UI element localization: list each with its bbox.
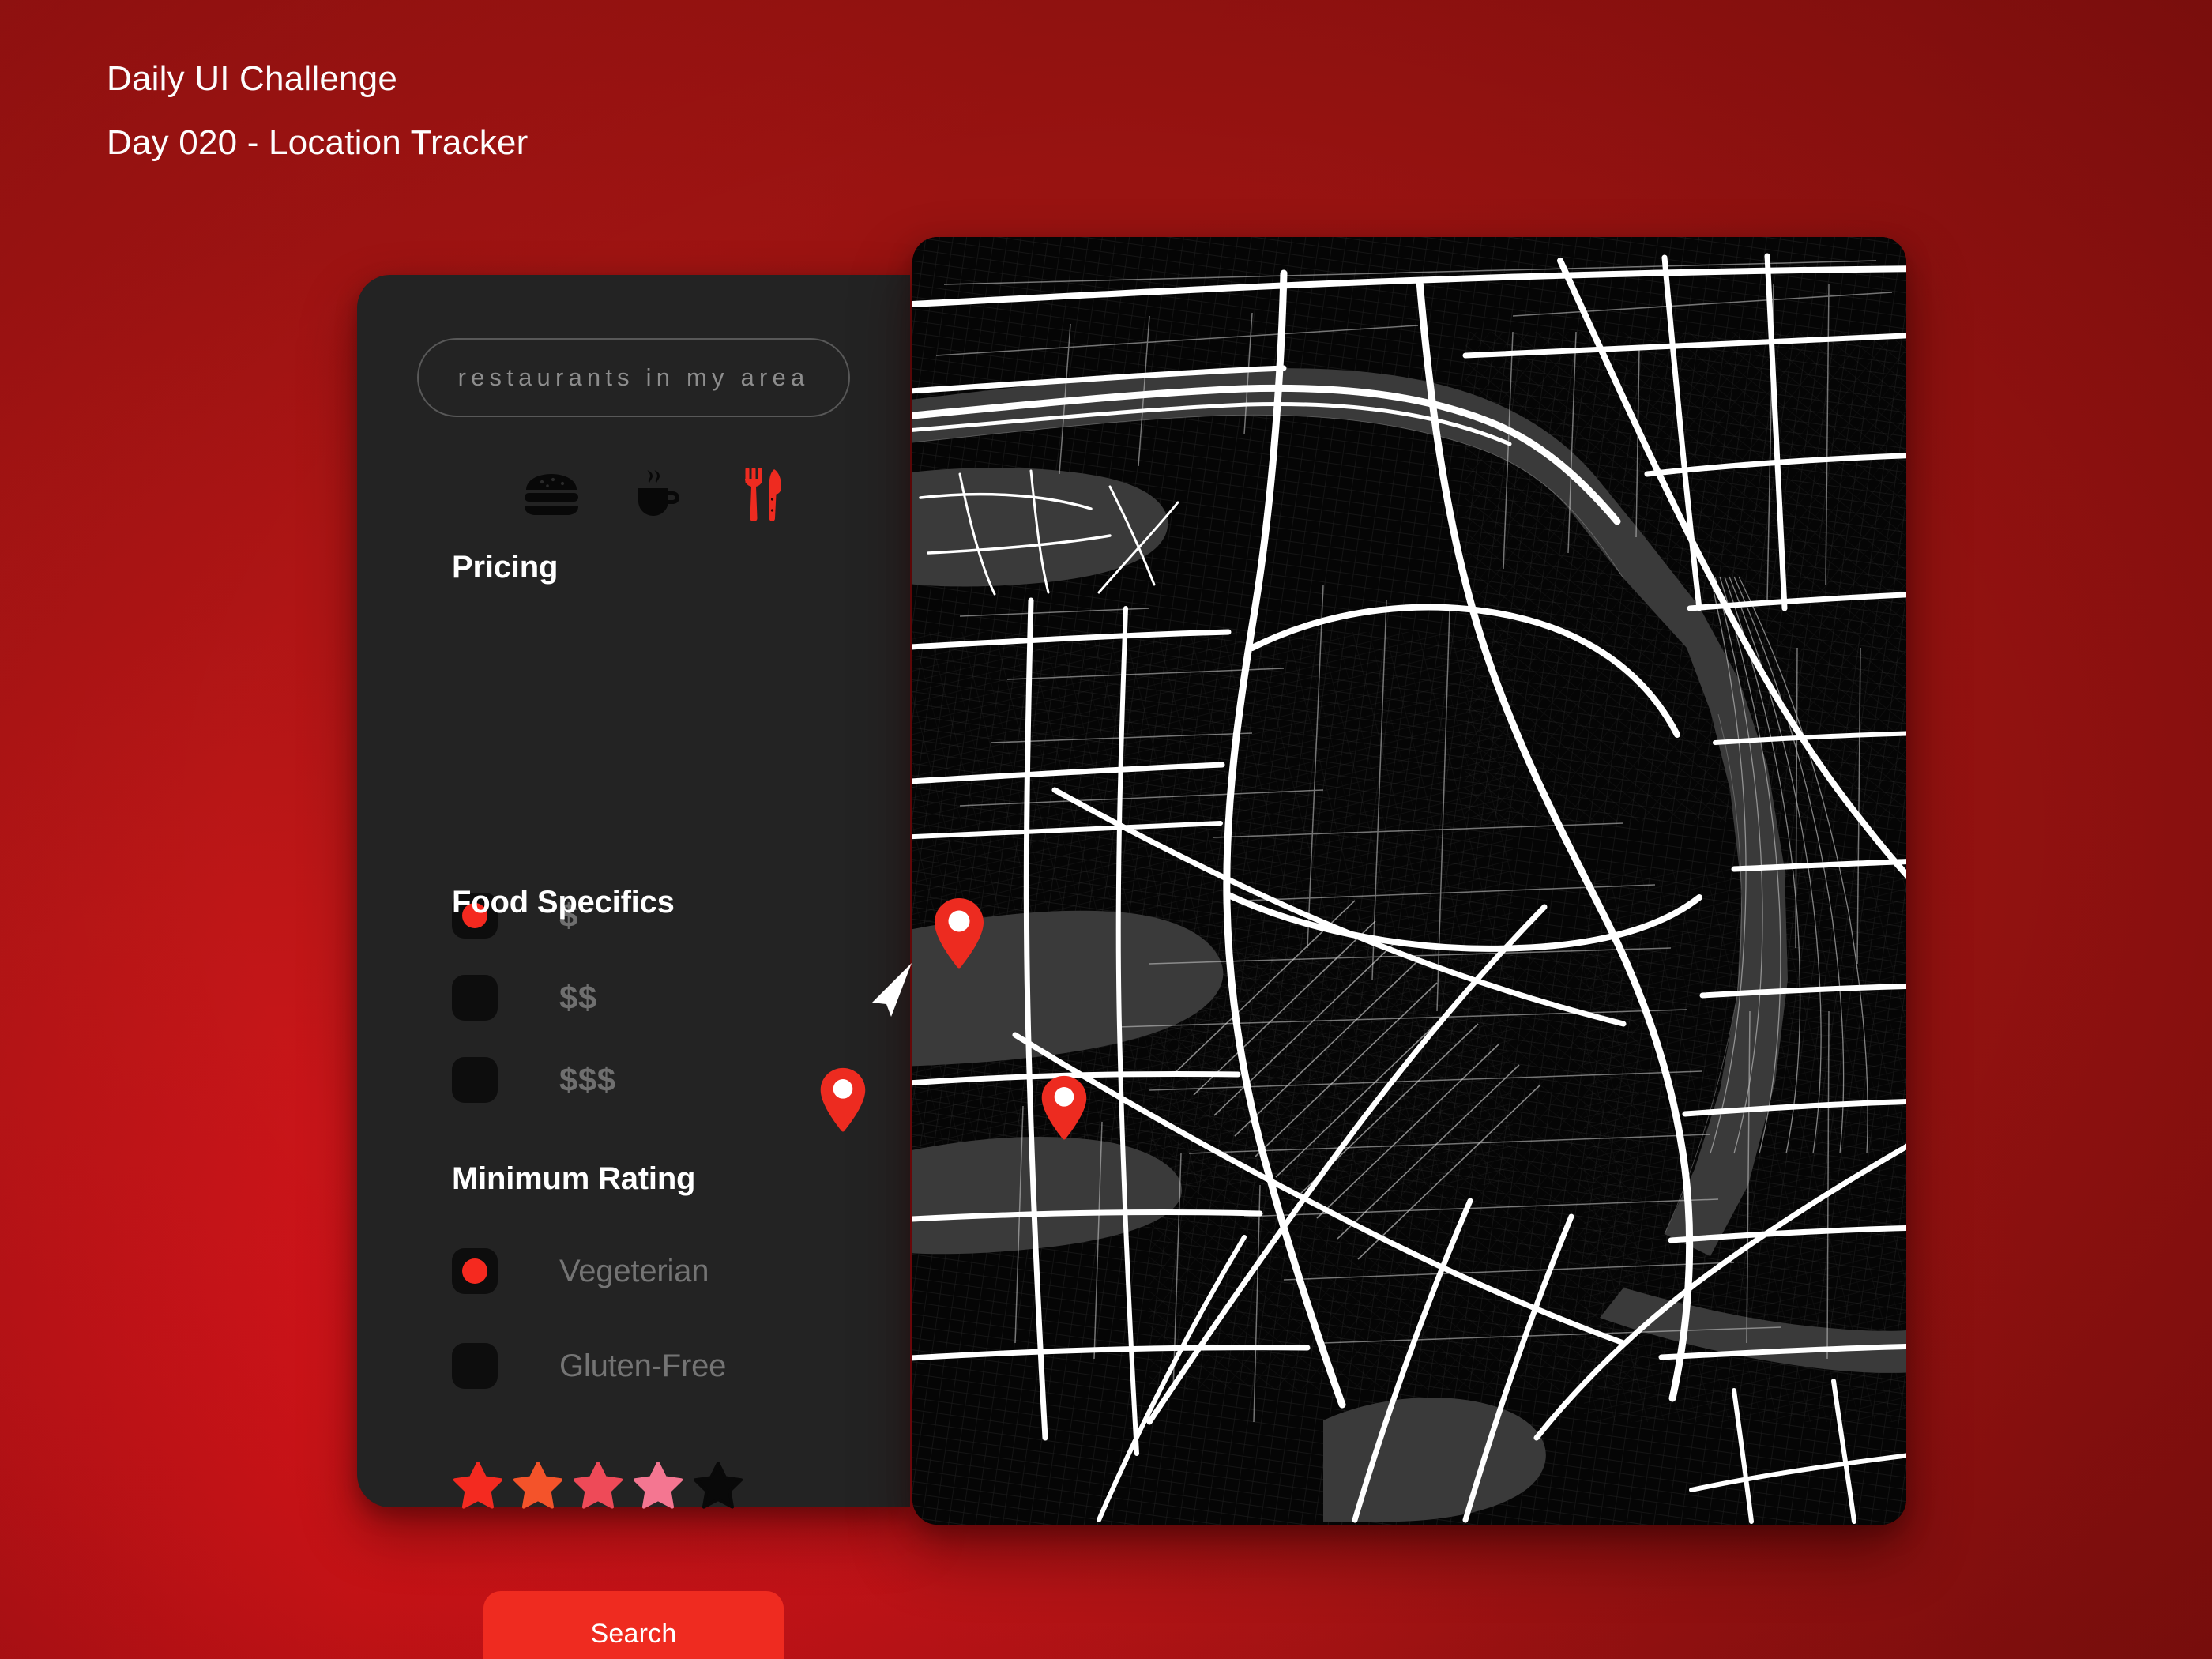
pricing-heading: Pricing [452,550,559,585]
checkbox-unchecked-icon[interactable] [452,1343,498,1389]
map-panel[interactable] [912,237,1906,1525]
map-pin-2[interactable] [818,1066,867,1133]
food-option-gluten-free-label: Gluten-Free [559,1348,727,1383]
page-header: Daily UI Challenge Day 020 - Location Tr… [107,62,528,160]
page-title: Daily UI Challenge [107,59,397,98]
checkbox-unchecked-icon[interactable] [452,1057,498,1103]
user-location-arrow[interactable] [867,960,916,1020]
pricing-option-3[interactable]: $$$ [452,1057,616,1103]
star-icon-1[interactable] [453,1462,502,1509]
pricing-option-2[interactable]: $$ [452,975,597,1021]
checkbox-checked-icon[interactable] [452,1248,498,1294]
category-restaurant-button[interactable] [720,458,806,531]
category-burger-button[interactable] [509,458,594,531]
search-button[interactable]: Search [483,1591,784,1659]
map-pin-1[interactable] [932,897,986,969]
star-icon-3[interactable] [574,1462,623,1509]
filter-panel: restaurants in my area Pricing $ $$ $$$ … [357,275,910,1659]
food-option-gluten-free[interactable]: Gluten-Free [452,1343,726,1389]
search-placeholder: restaurants in my area [457,363,810,391]
food-option-vegeterian[interactable]: Vegeterian [452,1248,709,1294]
star-icon-4[interactable] [634,1462,683,1509]
utensils-icon [741,468,785,521]
category-coffee-button[interactable] [615,458,700,531]
coffee-icon [632,468,683,521]
map-canvas [912,237,1906,1525]
map-pin-3[interactable] [1040,1074,1089,1141]
star-icon-2[interactable] [514,1462,562,1509]
page-subtitle: Day 020 - Location Tracker [107,123,529,162]
rating-stars[interactable] [453,1462,743,1509]
category-icon-row [417,458,850,531]
pricing-option-3-label: $$$ [559,1061,616,1098]
star-icon-5[interactable] [694,1462,743,1509]
food-option-vegeterian-label: Vegeterian [559,1253,709,1288]
burger-icon [521,471,581,518]
search-input[interactable]: restaurants in my area [417,338,850,417]
screen: Daily UI Challenge Day 020 - Location Tr… [0,0,2212,1659]
pricing-option-2-label: $$ [559,979,597,1016]
food-specifics-heading: Food Specifics [452,885,675,920]
minimum-rating-heading: Minimum Rating [452,1161,696,1196]
checkbox-unchecked-icon[interactable] [452,975,498,1021]
